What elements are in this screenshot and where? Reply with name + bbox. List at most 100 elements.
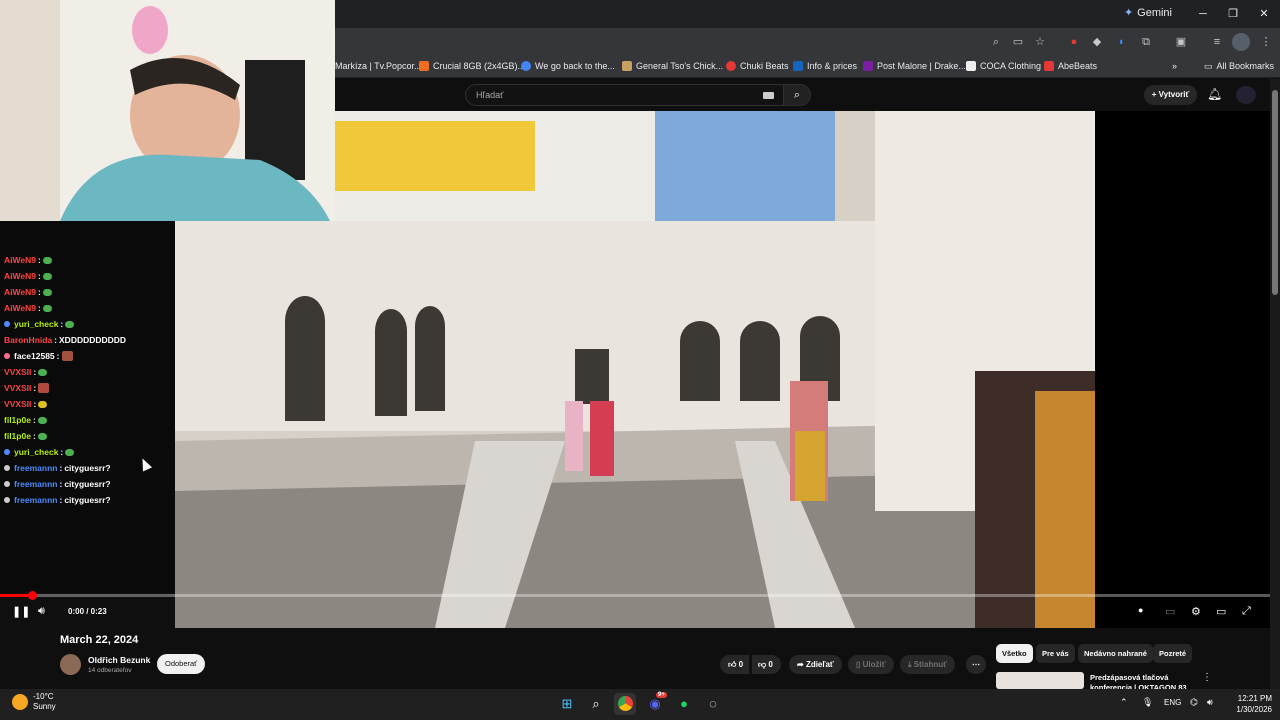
reading-list-icon[interactable]: ≡ (1208, 33, 1226, 51)
emote-icon (38, 383, 50, 393)
windows-start-icon[interactable]: ⊞ (556, 693, 578, 715)
bookmark-favicon (1044, 61, 1054, 71)
badge-icon (4, 353, 10, 359)
microphone-icon[interactable]: 🎙︎ (1142, 697, 1153, 708)
language-indicator[interactable]: ENG (1164, 698, 1181, 707)
extension-audio-icon[interactable]: ◖ (1112, 33, 1130, 51)
video-letterbox (1095, 111, 1270, 628)
bookmark-0[interactable]: Markíza | Tv.Popcor... (335, 58, 422, 74)
fullscreen-icon[interactable]: ⤢ (1242, 605, 1251, 618)
restore-button[interactable]: ❐ (1218, 4, 1248, 24)
profile-avatar[interactable] (1232, 33, 1250, 51)
chat-message: yuri_check: (4, 447, 75, 457)
extensions-puzzle-icon[interactable]: ⧉ (1137, 33, 1155, 51)
suggestion-thumbnail[interactable] (996, 672, 1084, 689)
channel-avatar[interactable] (60, 654, 81, 675)
theater-mode-icon[interactable]: ▭ (1216, 605, 1226, 618)
chat-message: VVXSII: (4, 399, 48, 409)
spotify-icon[interactable]: ● (673, 693, 695, 715)
search-input[interactable]: Hľadať (465, 84, 783, 106)
page-scrollbar-thumb[interactable] (1272, 90, 1278, 295)
extension-red-icon[interactable]: ● (1065, 33, 1083, 51)
gemini-icon: ✦ (1123, 7, 1134, 19)
bookmark-6[interactable]: Post Malone | Drake... (863, 58, 966, 74)
download-button[interactable]: ⤓ Stiahnuť (900, 655, 955, 674)
bookmark-favicon (793, 61, 803, 71)
volume-icon[interactable]: 🔊︎ (38, 605, 45, 618)
channel-name[interactable]: Oldřich Bezunk (88, 655, 150, 665)
chip-recently-uploaded[interactable]: Nedávno nahrané (1078, 644, 1153, 663)
gemini-label: Gemini (1137, 6, 1172, 19)
suggestion-title[interactable]: Predzápasová tlačová konferencia | OKTAG… (1090, 673, 1210, 689)
share-icon: ➦ (797, 660, 806, 669)
bookmark-favicon (419, 61, 429, 71)
bookmark-3[interactable]: General Tso's Chick... (622, 58, 723, 74)
bookmark-star-icon[interactable]: ☆ (1031, 33, 1049, 51)
all-bookmarks[interactable]: ▭ All Bookmarks (1204, 58, 1274, 74)
settings-gear-icon[interactable]: ⚙ (1191, 605, 1201, 618)
sidepanel-icon[interactable]: ▣ (1172, 33, 1190, 51)
emote-icon (65, 448, 75, 456)
chip-all[interactable]: Všetko (996, 644, 1033, 663)
notifications-bell-icon[interactable]: 🔔︎ (1207, 87, 1222, 101)
create-button[interactable]: + Vytvoriť (1144, 85, 1197, 105)
save-button[interactable]: ▯ Uložiť (848, 655, 894, 674)
network-icon[interactable]: ⌬ (1190, 697, 1198, 708)
weather-condition: Sunny (33, 702, 56, 711)
emote-icon (42, 288, 52, 296)
speaker-icon[interactable]: 🔊︎ (1207, 697, 1213, 708)
minimize-button[interactable]: ─ (1188, 4, 1218, 24)
subtitles-icon[interactable]: ▭ (1165, 605, 1175, 618)
taskbar-search-icon[interactable]: ⌕ (585, 693, 607, 715)
autoplay-toggle-icon[interactable]: ● (1138, 605, 1143, 615)
close-window-button[interactable]: ✕ (1249, 4, 1279, 24)
emote-icon (42, 304, 52, 312)
chat-message: yuri_check: (4, 319, 75, 329)
emote-icon (38, 368, 48, 376)
emote-icon (38, 400, 48, 408)
bookmark-7[interactable]: COCA Clothing (966, 58, 1041, 74)
bookmark-1[interactable]: Crucial 8GB (2x4GB)... (419, 58, 525, 74)
chat-message: AiWeN9: (4, 287, 52, 297)
more-actions-icon[interactable]: ⋯ (966, 655, 986, 674)
bookmark-5[interactable]: Info & prices (793, 58, 857, 74)
thumbs-up-icon: 👍︎ (728, 660, 739, 669)
share-button[interactable]: ➦ Zdieľať (789, 655, 842, 674)
bookmark-8[interactable]: AbeBeats (1044, 58, 1097, 74)
bookmark-2[interactable]: We go back to the... (521, 58, 615, 74)
plus-icon: + (1151, 90, 1159, 99)
dislike-button[interactable]: 👎︎ 0 (752, 655, 781, 674)
browser-menu-icon[interactable]: ⋮ (1257, 33, 1275, 51)
tray-chevron-icon[interactable]: ⌃ (1120, 697, 1128, 708)
suggestion-menu-icon[interactable]: ⋮ (1202, 672, 1212, 683)
taskbar-clock[interactable]: 12:21 PM 1/30/2026 (1222, 693, 1272, 715)
bookmark-4[interactable]: Chuki Beats (726, 58, 789, 74)
subscribe-button[interactable]: Odoberať (157, 654, 205, 674)
like-button[interactable]: 👍︎ 0 (720, 655, 750, 674)
gemini-button[interactable]: ✦ Gemini (1123, 6, 1172, 20)
cast-icon[interactable]: ▭ (1009, 33, 1027, 51)
badge-icon (4, 465, 10, 471)
discord-badge: 9+ (656, 692, 667, 698)
extension-gray-icon[interactable]: ◆ (1088, 33, 1106, 51)
bookmarks-overflow-icon[interactable]: » (1172, 58, 1177, 74)
bookmark-favicon (726, 61, 736, 71)
channel-avatar[interactable] (1236, 86, 1256, 104)
chrome-icon[interactable] (614, 693, 636, 715)
chat-message: fil1p0e: (4, 431, 47, 441)
app-icon[interactable]: ◌ (702, 693, 724, 715)
search-button[interactable]: ⌕ (783, 84, 811, 106)
bookmark-favicon (521, 61, 531, 71)
keyboard-icon[interactable] (763, 92, 774, 99)
chat-message: fil1p0e: (4, 415, 47, 425)
chat-overlay: AiWeN9: AiWeN9: AiWeN9: AiWeN9: yuri_che… (0, 221, 175, 593)
chat-message: VVXSII: (4, 383, 50, 393)
weather-widget[interactable]: -10°C Sunny (12, 692, 56, 712)
zoom-icon[interactable]: ⌕ (987, 33, 1005, 51)
bookmark-icon: ▯ (856, 660, 863, 669)
emote-icon (65, 320, 75, 328)
chip-for-you[interactable]: Pre vás (1036, 644, 1075, 663)
temperature: -10°C (33, 692, 54, 701)
chip-watched[interactable]: Pozreté (1153, 644, 1193, 663)
pause-icon[interactable]: ❚❚ (12, 605, 30, 618)
